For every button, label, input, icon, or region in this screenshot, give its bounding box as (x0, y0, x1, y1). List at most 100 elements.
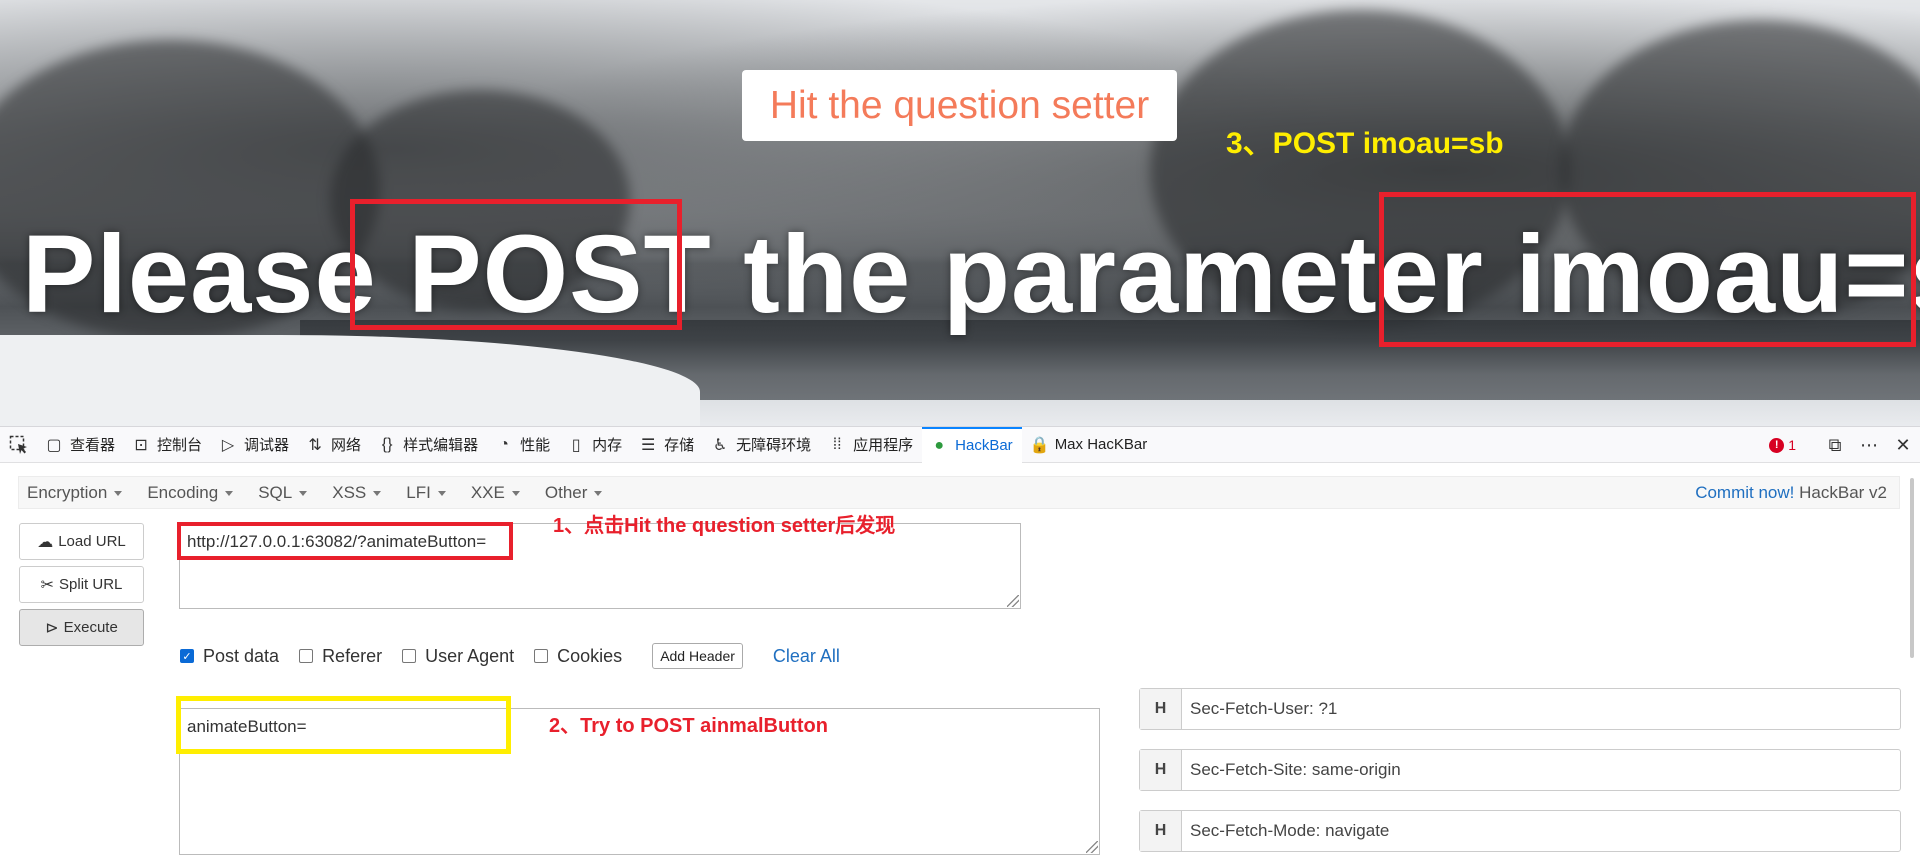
tab-performance[interactable]: ◔ 性能 (487, 427, 559, 463)
tab-label: 无障碍环境 (736, 437, 812, 454)
memory-icon: ▯ (571, 436, 581, 454)
max-hackbar-icon: 🔒 (1029, 436, 1050, 454)
menu-lfi[interactable]: LFI (398, 483, 446, 503)
application-icon: ⁞⁞ (832, 435, 842, 453)
tab-label: 控制台 (157, 437, 203, 454)
performance-icon: ◔ (499, 435, 509, 453)
tab-hackbar[interactable]: ● HackBar (922, 426, 1022, 463)
menu-sql[interactable]: SQL (250, 482, 308, 503)
tab-label: HackBar (955, 437, 1013, 454)
debugger-icon: ▷ (221, 436, 235, 454)
console-icon: ⊡ (134, 436, 148, 454)
menu-encoding[interactable]: Encoding (139, 482, 234, 503)
header-value: Sec-Fetch-Mode: navigate (1190, 821, 1390, 840)
menu-label: Encoding (147, 482, 219, 502)
menu-label: XXE (470, 482, 505, 502)
request-options: ✓ Post data Referer User Agent Cookies Ad… (180, 642, 840, 670)
menu-encryption[interactable]: Encryption (19, 483, 123, 503)
commit-info: Commit now! HackBar v2 (1695, 483, 1887, 503)
commit-now-link[interactable]: Commit now! (1695, 483, 1794, 502)
header-key: H (1140, 689, 1182, 729)
post-data-checkbox[interactable]: ✓ Post data (180, 646, 279, 667)
menu-label: XSS (332, 482, 367, 502)
execute-button[interactable]: ⊳ Execute (19, 609, 144, 646)
annotation-step-1: 1、点击Hit the question setter后发现 (553, 515, 896, 537)
checkbox-icon (402, 649, 417, 663)
header-value: Sec-Fetch-Site: same-origin (1190, 760, 1401, 779)
devtools-toolbar: ▢ 查看器 ⊡ 控制台 ▷ 调试器 ⇅ 网络 {} 样式编辑器 ◔ 性能 ▯ 内存 ☰ 存储 ♿… (0, 426, 1920, 463)
header-key: H (1140, 750, 1182, 790)
tab-inspector[interactable]: ▢ 查看器 (37, 427, 124, 463)
inspector-icon: ▢ (46, 436, 62, 454)
tab-label: 存储 (664, 437, 695, 454)
header-row[interactable]: H Sec-Fetch-Site: same-origin (1139, 749, 1901, 791)
option-label: Cookies (557, 645, 623, 666)
hit-question-setter-button[interactable]: Hit the question setter (742, 70, 1177, 141)
devtools-right-controls: ! 1 ⧉ ⋯ ✕ (1769, 427, 1920, 463)
cookies-checkbox[interactable]: Cookies (534, 646, 622, 667)
tab-label: 网络 (331, 437, 362, 454)
element-picker-icon[interactable] (9, 435, 29, 455)
annotation-step-2: 2、Try to POST ainmalButton (549, 715, 828, 737)
load-url-button[interactable]: ☁ Load URL (19, 523, 144, 560)
caret-down-icon (373, 490, 382, 496)
tab-label: 样式编辑器 (403, 437, 479, 454)
tab-console[interactable]: ⊡ 控制台 (124, 427, 211, 463)
tab-label: 查看器 (70, 437, 116, 454)
menu-xss[interactable]: XSS (324, 482, 382, 503)
caret-down-icon (511, 490, 520, 496)
tab-style-editor[interactable]: {} 样式编辑器 (370, 427, 487, 463)
play-circle-icon: ⊳ (45, 619, 59, 637)
page-viewport: Hit the question setter 3、POST imoau=sb … (0, 0, 1920, 426)
button-label: Load URL (58, 533, 126, 550)
close-devtools-icon[interactable]: ✕ (1886, 435, 1920, 456)
tab-label: 调试器 (244, 437, 290, 454)
menu-xxe[interactable]: XXE (463, 483, 520, 503)
tab-memory[interactable]: ▯ 内存 (559, 427, 631, 463)
tab-accessibility[interactable]: ♿ 无障碍环境 (703, 427, 820, 463)
checkbox-icon (299, 649, 314, 663)
highlight-box-post (350, 199, 682, 330)
add-header-button[interactable]: Add Header (652, 643, 743, 669)
error-count: 1 (1788, 437, 1796, 453)
menu-label: SQL (258, 482, 293, 502)
option-label: User Agent (425, 645, 515, 666)
user-agent-checkbox[interactable]: User Agent (402, 646, 514, 667)
more-options-icon[interactable]: ⋯ (1852, 435, 1886, 456)
header-row[interactable]: H Sec-Fetch-User: ?1 (1139, 688, 1901, 730)
annotation-step-3: 3、POST imoau=sb (1226, 127, 1504, 160)
tab-label: 应用程序 (853, 437, 914, 454)
resize-handle-icon[interactable] (1007, 595, 1019, 607)
resize-handle-icon[interactable] (1086, 841, 1098, 853)
caret-down-icon (437, 490, 446, 496)
button-label: Execute (63, 619, 118, 636)
error-count-badge[interactable]: ! 1 (1769, 437, 1796, 453)
tab-label: Max HacKBar (1054, 436, 1148, 453)
header-value: Sec-Fetch-User: ?1 (1190, 699, 1338, 718)
clear-all-link[interactable]: Clear All (773, 646, 840, 667)
menu-other[interactable]: Other (537, 483, 603, 503)
dock-toggle-icon[interactable]: ⧉ (1818, 435, 1852, 456)
hackbar-menu: Encryption Encoding SQL XSS LFI XXE Othe… (18, 476, 1900, 509)
highlight-box-post-body (176, 696, 511, 754)
button-label: Split URL (59, 576, 123, 593)
split-url-button[interactable]: ✂ Split URL (19, 566, 144, 603)
tab-application[interactable]: ⁞⁞ 应用程序 (820, 427, 922, 463)
option-label: Post data (203, 645, 280, 666)
checkbox-checked-icon: ✓ (180, 649, 194, 663)
menu-label: LFI (406, 482, 431, 502)
panel-scrollbar[interactable] (1910, 478, 1914, 658)
cloud-download-icon: ☁ (37, 533, 54, 551)
storage-icon: ☰ (640, 436, 656, 454)
tab-max-hackbar[interactable]: 🔒 Max HacKBar (1022, 427, 1157, 463)
tab-debugger[interactable]: ▷ 调试器 (211, 427, 298, 463)
tab-network[interactable]: ⇅ 网络 (298, 427, 370, 463)
highlight-box-url (177, 522, 513, 560)
referer-checkbox[interactable]: Referer (299, 646, 382, 667)
tab-storage[interactable]: ☰ 存储 (631, 427, 703, 463)
header-row[interactable]: H Sec-Fetch-Mode: navigate (1139, 810, 1901, 852)
caret-down-icon (114, 490, 123, 496)
highlight-box-param (1379, 192, 1916, 347)
scissors-icon: ✂ (40, 576, 55, 594)
option-label: Referer (322, 645, 383, 666)
